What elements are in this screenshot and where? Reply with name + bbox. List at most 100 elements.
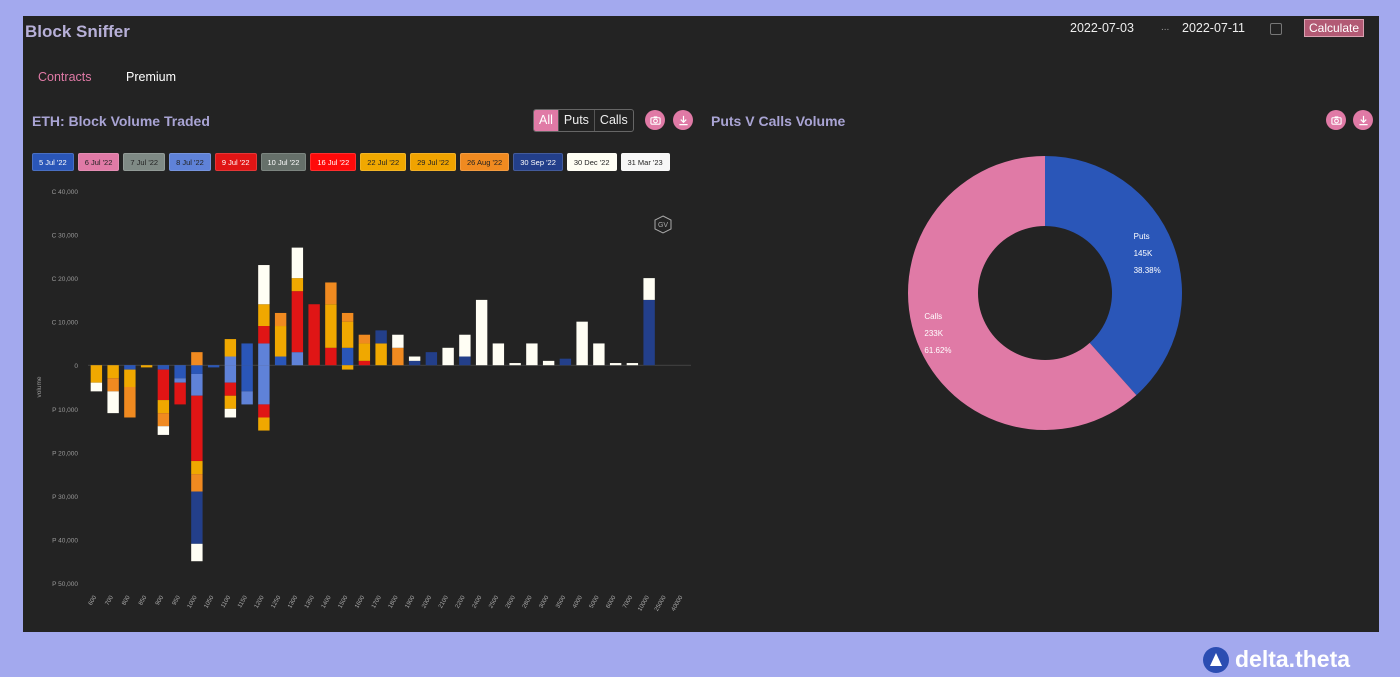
- download-icon[interactable]: [1353, 110, 1373, 130]
- legend-item[interactable]: 5 Jul '22: [32, 153, 74, 171]
- call-bar-segment: [358, 343, 371, 361]
- y-tick-label: C 20,000: [52, 276, 79, 283]
- calendar-icon[interactable]: [1270, 23, 1282, 35]
- x-tick-label: 600: [88, 594, 99, 606]
- x-tick-label: 3000: [538, 594, 550, 609]
- app-window: Block Sniffer 2022-07-03 ... 2022-07-11 …: [23, 16, 1379, 632]
- put-bar-segment: [157, 400, 170, 414]
- x-tick-label: 10000: [637, 594, 651, 612]
- legend-item[interactable]: 9 Jul '22: [214, 153, 257, 171]
- x-tick-label: 25000: [654, 594, 668, 612]
- put-bar-segment: [124, 387, 136, 418]
- x-tick-label: 1300: [287, 594, 299, 609]
- call-bar-segment: [258, 343, 270, 366]
- call-bar-segment: [375, 343, 387, 366]
- put-bar-segment: [207, 365, 220, 368]
- y-tick-label: P 50,000: [52, 581, 78, 588]
- tab-premium[interactable]: Premium: [126, 70, 176, 84]
- call-bar-segment: [408, 356, 421, 361]
- x-tick-label: 2000: [421, 594, 433, 609]
- legend-item[interactable]: 29 Jul '22: [410, 153, 457, 171]
- put-bar-segment: [174, 382, 186, 405]
- put-bar-segment: [174, 378, 186, 383]
- call-bar-segment: [274, 326, 287, 357]
- y-tick-label: C 30,000: [52, 233, 79, 240]
- call-bar-segment: [559, 358, 572, 366]
- y-tick-label: 0: [74, 363, 78, 370]
- call-bar-segment: [358, 334, 371, 344]
- legend-item[interactable]: 30 Sep '22: [513, 153, 563, 171]
- call-bar-segment: [308, 304, 320, 366]
- put-bar-segment: [191, 395, 203, 462]
- x-tick-label: 1100: [220, 594, 232, 609]
- call-bar-segment: [258, 265, 270, 305]
- legend-item[interactable]: 16 Jul '22: [310, 153, 357, 171]
- call-bar-segment: [325, 347, 337, 366]
- put-bar-segment: [90, 365, 103, 383]
- call-bar-segment: [191, 352, 203, 366]
- x-tick-label: 1900: [404, 594, 416, 609]
- x-tick-label: 1500: [337, 594, 349, 609]
- put-bar-segment: [90, 382, 103, 392]
- call-bar-segment: [542, 360, 555, 366]
- x-tick-label: 1400: [321, 594, 333, 609]
- calculate-button[interactable]: Calculate: [1304, 19, 1364, 37]
- x-tick-label: 3500: [555, 594, 567, 609]
- call-bar-segment: [609, 363, 622, 366]
- call-bar-segment: [425, 352, 438, 366]
- put-bar-segment: [107, 365, 119, 379]
- call-bar-segment: [325, 282, 337, 305]
- call-bar-segment: [241, 343, 253, 366]
- call-bar-segment: [392, 334, 404, 348]
- download-icon[interactable]: [673, 110, 693, 130]
- legend-item[interactable]: 31 Mar '23: [620, 153, 670, 171]
- x-tick-label: 4000: [572, 594, 584, 609]
- call-bar-segment: [258, 326, 270, 344]
- y-tick-label: C 40,000: [52, 189, 79, 196]
- camera-icon[interactable]: [645, 110, 665, 130]
- call-bar-segment: [643, 278, 655, 300]
- footer-brand: delta.theta: [1235, 646, 1351, 672]
- camera-icon[interactable]: [1326, 110, 1346, 130]
- slice-label: 38.38%: [1134, 266, 1161, 275]
- x-tick-label: 2200: [455, 594, 467, 609]
- puts-v-calls-title: Puts V Calls Volume: [711, 113, 846, 129]
- x-tick-label: 2400: [471, 594, 483, 609]
- x-tick-label: 900: [155, 594, 166, 606]
- filter-calls-button[interactable]: Calls: [595, 110, 633, 131]
- legend-item[interactable]: 7 Jul '22: [123, 153, 166, 171]
- x-tick-label: 1150: [237, 594, 249, 609]
- slice-label: 233K: [924, 329, 943, 338]
- call-bar-segment: [492, 343, 505, 366]
- slice-label: 145K: [1134, 249, 1153, 258]
- filter-all-button[interactable]: All: [534, 110, 559, 131]
- legend-item[interactable]: 6 Jul '22: [77, 153, 120, 171]
- slice-label: Calls: [924, 312, 942, 321]
- filter-puts-button[interactable]: Puts: [559, 110, 595, 131]
- x-tick-label: 2500: [488, 594, 500, 609]
- date-to-input[interactable]: 2022-07-11: [1182, 21, 1245, 35]
- call-bar-segment: [325, 304, 337, 348]
- x-tick-label: 1200: [254, 594, 266, 609]
- x-tick-label: 700: [105, 594, 116, 606]
- put-bar-segment: [157, 369, 170, 401]
- put-bar-segment: [224, 365, 237, 383]
- call-bar-segment: [291, 291, 304, 353]
- put-bar-segment: [258, 404, 270, 418]
- date-from-input[interactable]: 2022-07-03: [1070, 21, 1134, 35]
- legend-item[interactable]: 10 Jul '22: [260, 153, 307, 171]
- date-separator: ...: [1161, 22, 1170, 33]
- put-bar-segment: [174, 365, 186, 379]
- legend-item[interactable]: 30 Dec '22: [566, 153, 617, 171]
- legend-item[interactable]: 22 Jul '22: [360, 153, 407, 171]
- block-volume-title: ETH: Block Volume Traded: [32, 113, 210, 129]
- y-tick-label: P 10,000: [52, 407, 78, 414]
- call-bar-segment: [341, 347, 354, 366]
- legend-item[interactable]: 8 Jul '22: [169, 153, 211, 171]
- x-tick-label: 40000: [671, 594, 685, 612]
- legend-item[interactable]: 26 Aug '22: [460, 153, 510, 171]
- put-bar-segment: [191, 461, 203, 475]
- y-tick-label: P 40,000: [52, 537, 78, 544]
- put-bar-segment: [241, 365, 253, 392]
- tab-contracts[interactable]: Contracts: [38, 70, 92, 84]
